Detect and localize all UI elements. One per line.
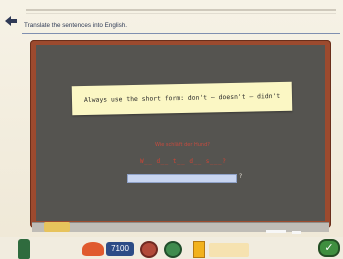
instruction-underline — [22, 33, 340, 34]
book-icon[interactable] — [193, 241, 205, 258]
trailing-question-mark: ? — [239, 173, 243, 180]
chalk-piece-small-icon[interactable] — [292, 231, 301, 234]
character-green-icon[interactable] — [164, 241, 182, 258]
hint-note: Always use the short form: don't – doesn… — [71, 81, 293, 116]
bottle-icon[interactable] — [18, 239, 30, 259]
character-red-icon[interactable] — [140, 241, 158, 258]
margin-doodle — [6, 70, 24, 240]
sponge-icon[interactable] — [44, 222, 70, 232]
hat-icon[interactable] — [82, 242, 104, 256]
german-prompt: Wie schläft der Hund? — [155, 142, 210, 148]
answer-input[interactable] — [128, 185, 240, 193]
top-rule-secondary — [26, 13, 336, 14]
top-rule — [26, 9, 336, 11]
instruction-text: Translate the sentences into English. — [24, 22, 128, 29]
answer-pattern: W__ d__ t__ d__ s___? — [140, 158, 227, 165]
answer-field[interactable] — [127, 174, 240, 193]
pages-icon[interactable] — [209, 243, 249, 257]
back-arrow-icon[interactable] — [4, 14, 18, 28]
chalkboard — [36, 45, 325, 221]
chalk-piece-icon[interactable] — [266, 230, 286, 233]
hint-note-text: Always use the short form: don't – doesn… — [83, 91, 281, 105]
checkmark-icon[interactable]: ✓ — [318, 239, 340, 257]
score-display: 7100 — [106, 242, 134, 256]
